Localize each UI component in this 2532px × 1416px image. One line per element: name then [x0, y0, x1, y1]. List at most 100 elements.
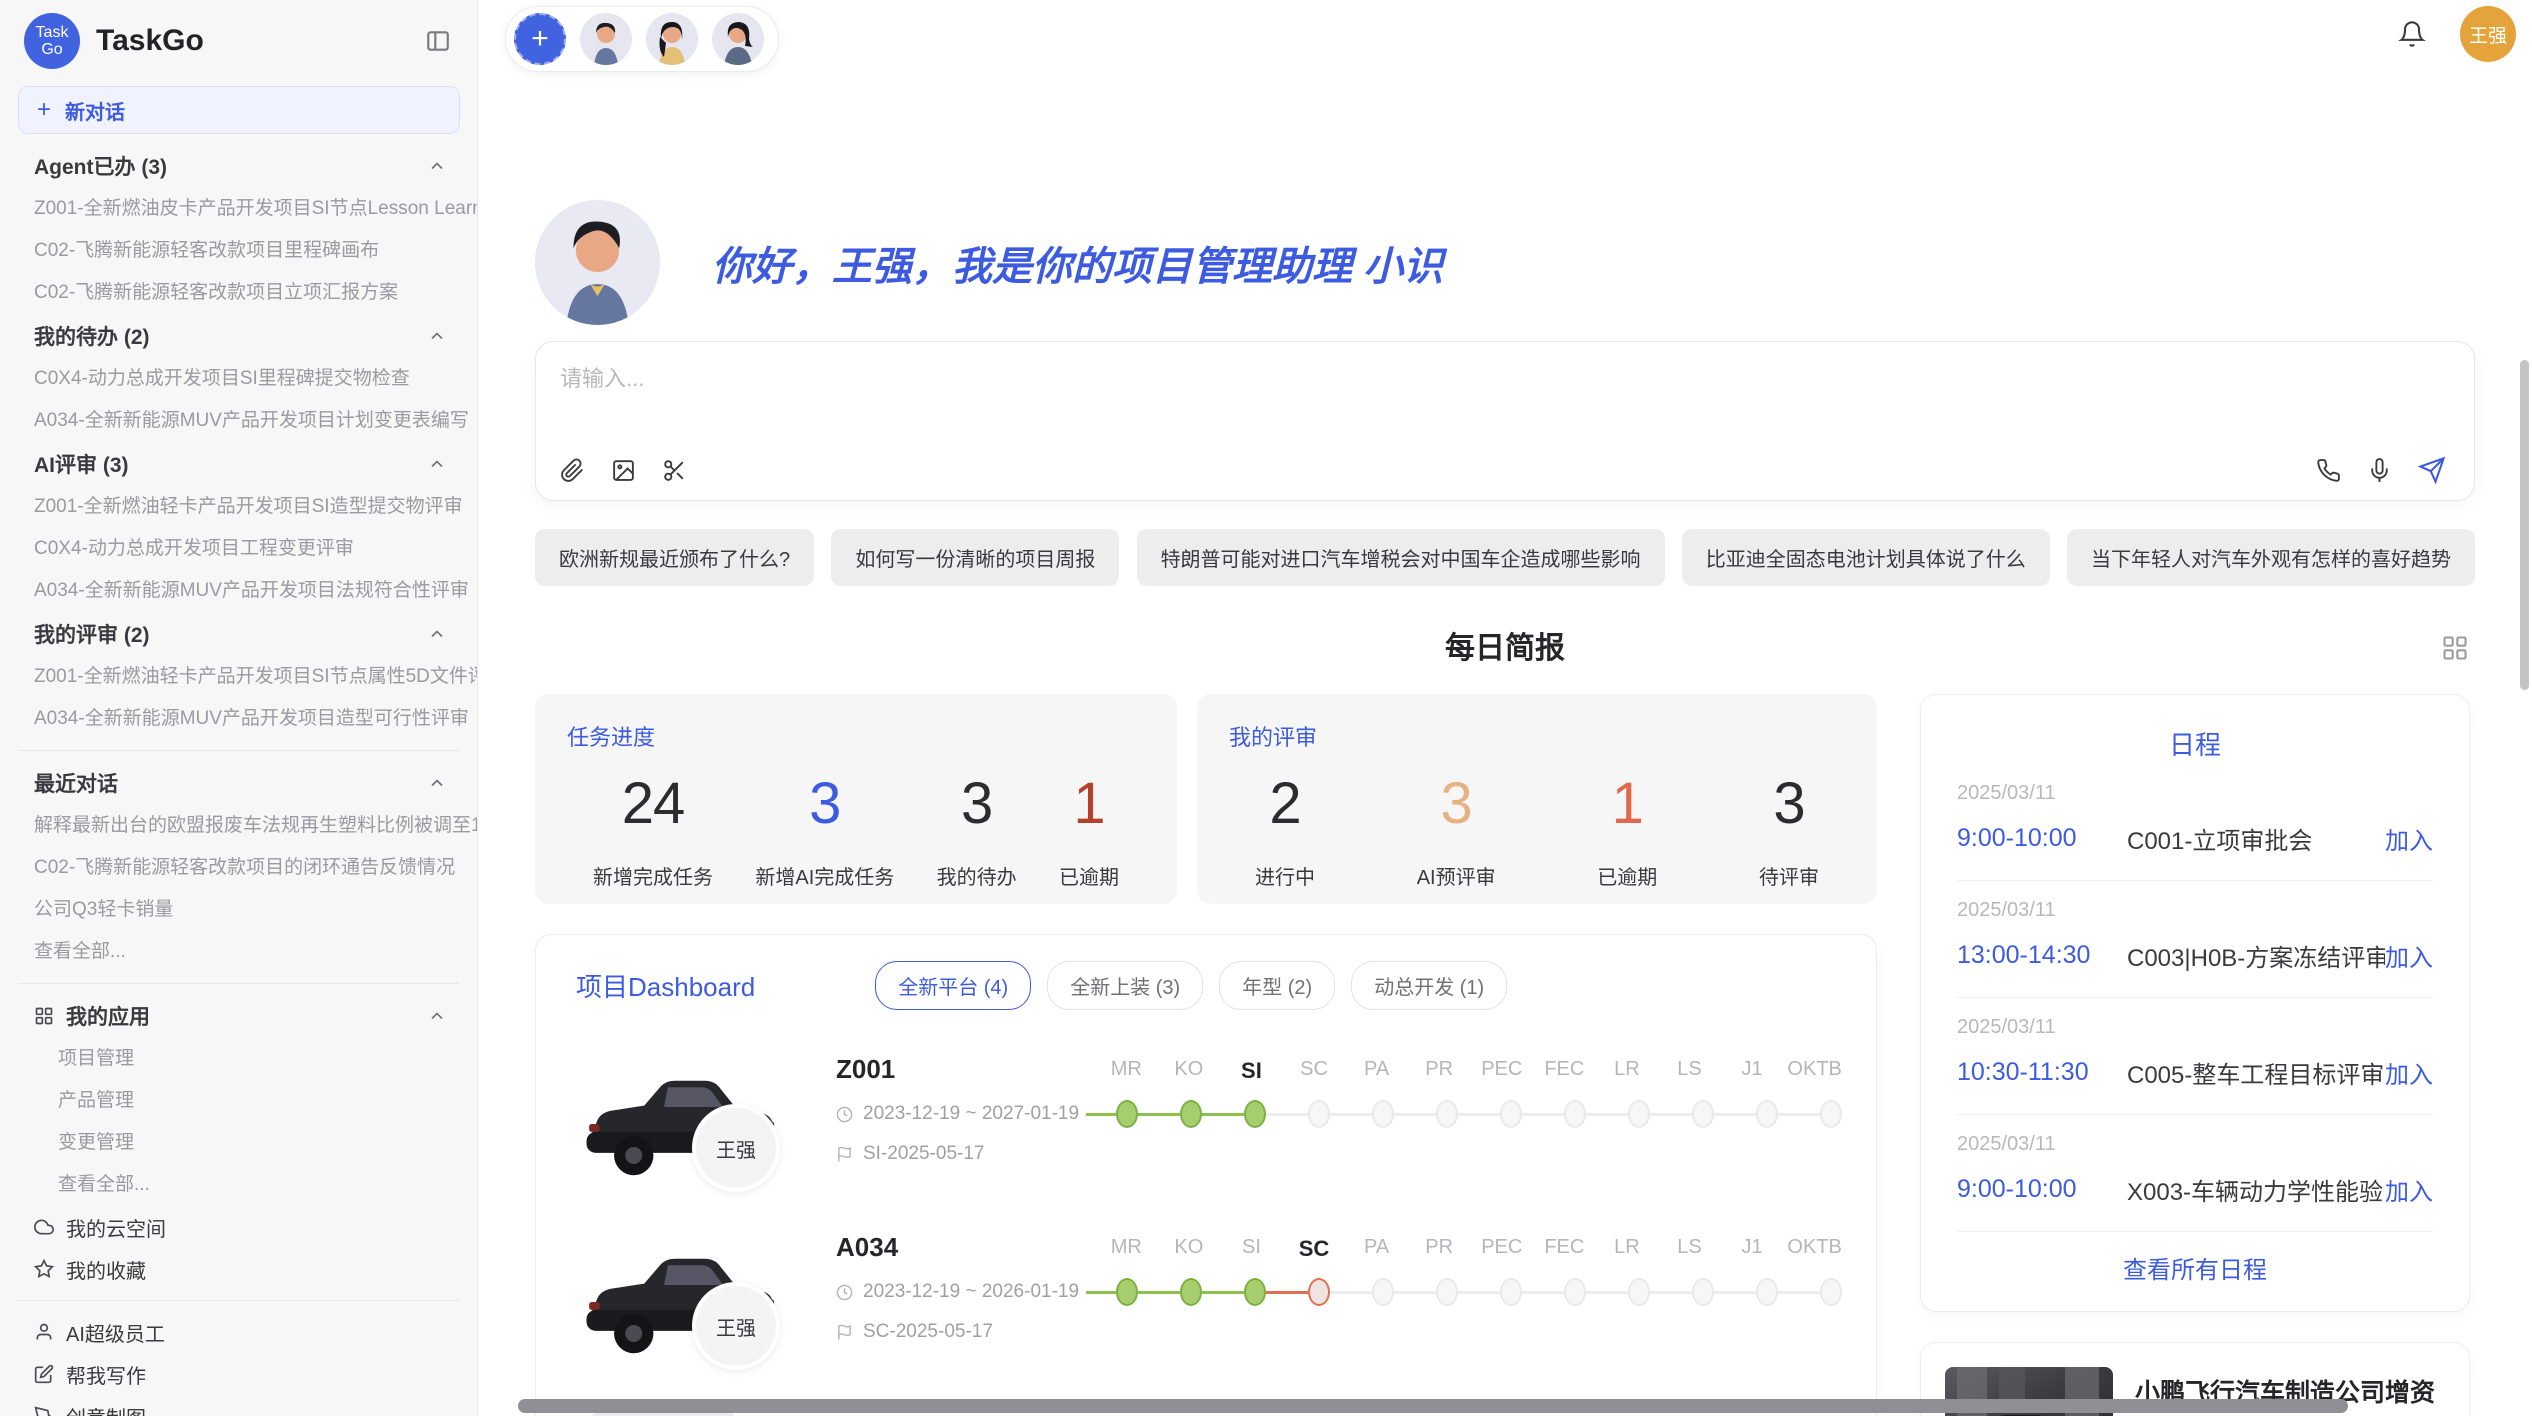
- schedule-panel: 日程 2025/03/11 9:00-10:00 C001-立项审批会 加入 2…: [1920, 694, 2470, 1312]
- view-all-chats-link[interactable]: 查看全部...: [0, 931, 477, 973]
- stat-block: 3 AI预评审: [1417, 770, 1496, 890]
- view-all-apps-link[interactable]: 查看全部...: [0, 1164, 477, 1206]
- recent-chat-item[interactable]: 公司Q3轻卡销量: [0, 889, 477, 931]
- star-icon: [34, 1259, 54, 1279]
- project-row[interactable]: 王强 Z001 2023-12-19 ~ 2027-01-19: [576, 1048, 1836, 1200]
- event-title: C005-整车工程目标评审: [2127, 1055, 2385, 1090]
- app-window: Task Go TaskGo + 新对话 Agent已办 (3) Z001-全新…: [0, 0, 2532, 1416]
- suggestion-chip[interactable]: 当下年轻人对汽车外观有怎样的喜好趋势: [2067, 529, 2475, 586]
- schedule-event: 2025/03/11 9:00-10:00 X003-车辆动力学性能验... 加…: [1957, 1115, 2433, 1232]
- milestone-dot: [1756, 1100, 1778, 1128]
- sidebar-group-my-review[interactable]: 我的评审 (2): [0, 612, 477, 656]
- agent-avatar-2[interactable]: [646, 13, 698, 65]
- milestone-dot: [1500, 1100, 1522, 1128]
- schedule-event: 2025/03/11 10:30-11:30 C005-整车工程目标评审 加入: [1957, 998, 2433, 1115]
- project-row[interactable]: 王强 A034 2023-12-19 ~ 2026-01-19: [576, 1226, 1836, 1378]
- tab-powertrain[interactable]: 动总开发 (1): [1351, 961, 1507, 1010]
- recent-chat-item[interactable]: C02-飞腾新能源轻客改款项目的闭环通告反馈情况: [0, 847, 477, 889]
- quick-access-bar: +: [505, 6, 779, 72]
- recent-chat-item[interactable]: 解释最新出台的欧盟报废车法规再生塑料比例被调至15%...: [0, 805, 477, 847]
- chevron-up-icon[interactable]: [427, 454, 447, 474]
- new-chat-button[interactable]: + 新对话: [18, 86, 460, 134]
- sidebar-item-write-helper[interactable]: 帮我写作: [0, 1353, 477, 1395]
- sidebar-task-item[interactable]: A034-全新新能源MUV产品开发项目造型可行性评审: [0, 698, 477, 740]
- grid-view-icon[interactable]: [2441, 634, 2469, 662]
- sidebar-group-my-todo[interactable]: 我的待办 (2): [0, 314, 477, 358]
- sidebar-task-item[interactable]: C02-飞腾新能源轻客改款项目立项汇报方案: [0, 272, 477, 314]
- left-column: 任务进度 24 新增完成任务 3 新增AI完成任务: [535, 694, 1877, 1416]
- vertical-scrollbar[interactable]: [2520, 360, 2529, 690]
- sidebar-task-item[interactable]: Z001-全新燃油轻卡产品开发项目SI造型提交物评审: [0, 486, 477, 528]
- sidebar-group-recent-chats[interactable]: 最近对话: [0, 761, 477, 805]
- milestone-dot: [1116, 1278, 1138, 1306]
- agent-avatar-1[interactable]: [580, 13, 632, 65]
- scissors-icon[interactable]: [662, 458, 687, 483]
- project-date-range-row: 2023-12-19 ~ 2026-01-19: [836, 1281, 1086, 1303]
- schedule-event: 2025/03/11 13:00-14:30 C003|H0B-方案冻结评审 加…: [1957, 881, 2433, 998]
- sidebar-item-creative-draw[interactable]: 创意制图: [0, 1395, 477, 1416]
- sidebar-task-item[interactable]: Z001-全新燃油轻卡产品开发项目SI节点属性5D文件评审: [0, 656, 477, 698]
- sidebar-task-item[interactable]: C0X4-动力总成开发项目工程变更评审: [0, 528, 477, 570]
- milestone-dot: [1244, 1100, 1266, 1128]
- milestone-segment: [1330, 1113, 1372, 1116]
- flag-icon: [836, 1324, 853, 1341]
- chevron-up-icon[interactable]: [427, 156, 447, 176]
- sidebar-item-cloud-space[interactable]: 我的云空间: [0, 1206, 477, 1248]
- chat-input[interactable]: [560, 366, 2446, 392]
- stat-value: 3: [1759, 770, 1819, 837]
- attachment-icon[interactable]: [560, 458, 585, 483]
- view-all-schedule-link[interactable]: 查看所有日程: [1957, 1232, 2433, 1311]
- sidebar-task-item[interactable]: A034-全新新能源MUV产品开发项目法规符合性评审: [0, 570, 477, 612]
- group-title: Agent已办 (3): [34, 151, 167, 181]
- milestone-dot: [1628, 1278, 1650, 1306]
- send-icon[interactable]: [2418, 456, 2446, 484]
- notification-bell-icon[interactable]: [2398, 20, 2426, 48]
- sidebar-collapse-icon[interactable]: [425, 28, 451, 54]
- sidebar-item-favorites[interactable]: 我的收藏: [0, 1248, 477, 1290]
- join-link[interactable]: 加入: [2385, 821, 2433, 856]
- daily-briefing-title: 每日简报: [535, 626, 2475, 672]
- chevron-up-icon[interactable]: [427, 1006, 447, 1026]
- sidebar-task-item[interactable]: A034-全新新能源MUV产品开发项目计划变更表编写: [0, 400, 477, 442]
- milestone-label: LS: [1658, 1236, 1721, 1262]
- agent-avatar-3[interactable]: [712, 13, 764, 65]
- sidebar-item-label: 创意制图: [66, 1402, 146, 1416]
- suggestion-chip[interactable]: 如何写一份清晰的项目周报: [831, 529, 1119, 586]
- image-icon[interactable]: [611, 458, 636, 483]
- horizontal-scrollbar[interactable]: [518, 1399, 2348, 1413]
- sidebar-item-ai-employee[interactable]: AI超级员工: [0, 1311, 477, 1353]
- join-link[interactable]: 加入: [2385, 1172, 2433, 1207]
- sidebar-task-item[interactable]: C02-飞腾新能源轻客改款项目里程碑画布: [0, 230, 477, 272]
- suggestion-chip[interactable]: 比亚迪全固态电池计划具体说了什么: [1682, 529, 2050, 586]
- clock-icon: [836, 1106, 853, 1123]
- sidebar-task-item[interactable]: C0X4-动力总成开发项目SI里程碑提交物检查: [0, 358, 477, 400]
- sidebar-group-agent-done[interactable]: Agent已办 (3): [0, 144, 477, 188]
- join-link[interactable]: 加入: [2385, 1055, 2433, 1090]
- sidebar-task-item[interactable]: Z001-全新燃油皮卡产品开发项目SI节点Lesson Learn报告: [0, 188, 477, 230]
- tab-new-platform[interactable]: 全新平台 (4): [875, 961, 1031, 1010]
- chevron-up-icon[interactable]: [427, 624, 447, 644]
- app-item-change-mgmt[interactable]: 变更管理: [0, 1122, 477, 1164]
- right-column: 日程 2025/03/11 9:00-10:00 C001-立项审批会 加入 2…: [1920, 694, 2470, 1416]
- join-link[interactable]: 加入: [2385, 938, 2433, 973]
- sidebar-group-ai-review[interactable]: AI评审 (3): [0, 442, 477, 486]
- tab-new-body[interactable]: 全新上装 (3): [1047, 961, 1203, 1010]
- tab-model-year[interactable]: 年型 (2): [1219, 961, 1335, 1010]
- suggestion-chip[interactable]: 特朗普可能对进口汽车增税会对中国车企造成哪些影响: [1137, 529, 1665, 586]
- suggestion-chip[interactable]: 欧洲新规最近颁布了什么?: [535, 529, 814, 586]
- app-logo: Task Go: [24, 13, 80, 69]
- microphone-icon[interactable]: [2367, 458, 2392, 483]
- chevron-up-icon[interactable]: [427, 773, 447, 793]
- dashboard-tabs: 全新平台 (4) 全新上装 (3) 年型 (2) 动总开发 (1): [875, 961, 1507, 1010]
- app-item-product-mgmt[interactable]: 产品管理: [0, 1080, 477, 1122]
- phone-icon[interactable]: [2316, 458, 2341, 483]
- project-code: A034: [836, 1232, 1086, 1263]
- app-item-project-mgmt[interactable]: 项目管理: [0, 1038, 477, 1080]
- user-avatar[interactable]: 王强: [2460, 6, 2516, 62]
- sidebar-group-my-apps[interactable]: 我的应用: [0, 994, 477, 1038]
- composer-left-tools: [560, 458, 687, 483]
- chevron-up-icon[interactable]: [427, 326, 447, 346]
- milestone-dot: [1756, 1278, 1778, 1306]
- add-agent-button[interactable]: +: [514, 13, 566, 65]
- milestone-label: OKTB: [1783, 1236, 1846, 1262]
